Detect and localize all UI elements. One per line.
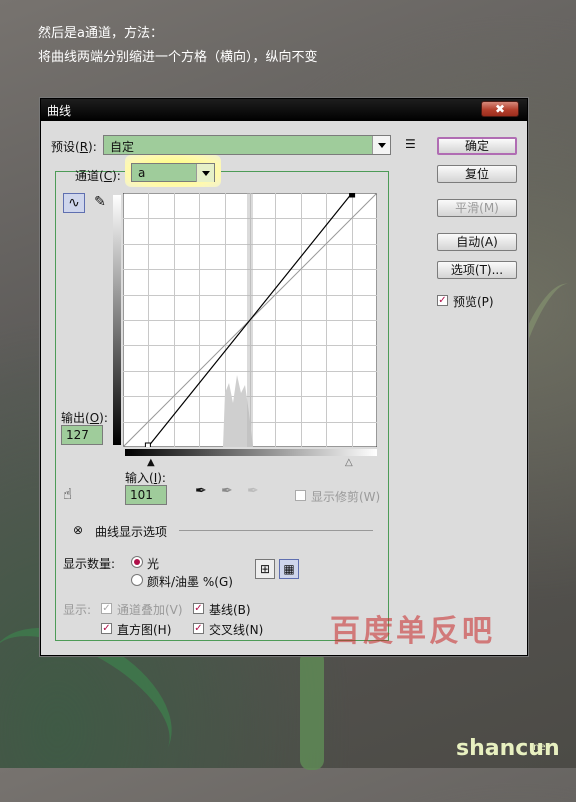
- baseline-label: 基线(B): [209, 603, 251, 617]
- options-divider: [179, 530, 373, 531]
- white-eyedropper-icon[interactable]: ✒: [247, 483, 259, 499]
- display-options-label: 曲线显示选项: [95, 525, 168, 539]
- output-gradient-bar: [113, 195, 121, 445]
- auto-button[interactable]: 自动(A): [437, 233, 517, 251]
- preview-checkbox[interactable]: ✓: [437, 295, 448, 306]
- chevron-down-icon: [196, 164, 214, 182]
- curve-point-tool[interactable]: ∿: [63, 193, 85, 213]
- hand-adjust-icon[interactable]: ☝: [63, 485, 72, 503]
- curve-point-start[interactable]: [144, 442, 151, 447]
- smooth-button[interactable]: 平滑(M): [437, 199, 517, 217]
- input-gradient-bar: [125, 449, 377, 456]
- curve-point-end[interactable]: [349, 193, 356, 198]
- show-amount-label: 显示数量:: [63, 557, 116, 571]
- channel-overlays-label: 通道叠加(V): [117, 603, 183, 617]
- curves-dialog: 曲线 ✖ 预设(R): 自定 ☰ 通道(C): a ∿ ✎ ▲ △ 输出(O):…: [40, 98, 528, 656]
- dialog-title: 曲线: [47, 104, 72, 118]
- options-button[interactable]: 选项(T)...: [437, 261, 517, 279]
- input-label: 输入(I):: [125, 471, 166, 485]
- site-logo-suffix: .net: [530, 742, 550, 753]
- input-field[interactable]: 101: [125, 485, 167, 505]
- watermark-text: 百度单反吧: [330, 614, 495, 649]
- light-label: 光: [147, 557, 160, 571]
- pigment-label: 颜料/油墨 %(G): [147, 575, 233, 589]
- preset-menu-icon[interactable]: ☰: [405, 137, 416, 151]
- channel-select[interactable]: a: [131, 163, 215, 182]
- show-clipping-checkbox[interactable]: [295, 490, 306, 501]
- channel-overlays-checkbox[interactable]: ✓: [101, 603, 112, 614]
- channel-label: 通道(C):: [75, 169, 121, 183]
- intersection-checkbox[interactable]: ✓: [193, 623, 204, 634]
- histogram-label: 直方图(H): [117, 623, 172, 637]
- show-clipping-label: 显示修剪(W): [311, 490, 381, 504]
- preset-label: 预设(R):: [51, 140, 97, 154]
- black-point-slider[interactable]: ▲: [147, 457, 155, 468]
- preset-value: 自定: [110, 140, 135, 154]
- output-field[interactable]: 127: [61, 425, 103, 445]
- intro-line-1: 然后是a通道，方法：: [38, 26, 163, 41]
- chevron-down-icon: [372, 136, 390, 154]
- reset-button[interactable]: 复位: [437, 165, 517, 183]
- histogram-checkbox[interactable]: ✓: [101, 623, 112, 634]
- light-radio[interactable]: [131, 556, 143, 568]
- preset-select[interactable]: 自定: [103, 135, 391, 155]
- intro-line-2: 将曲线两端分别缩进一个方格（横向），纵向不变: [38, 50, 318, 65]
- gray-eyedropper-icon[interactable]: ✒: [221, 483, 233, 499]
- pencil-icon[interactable]: ✎: [89, 193, 111, 213]
- white-point-slider[interactable]: △: [345, 457, 353, 468]
- show-label: 显示:: [63, 603, 92, 617]
- curve-graph[interactable]: [123, 193, 377, 447]
- close-button[interactable]: ✖: [481, 101, 519, 117]
- baseline-checkbox[interactable]: ✓: [193, 603, 204, 614]
- intersection-label: 交叉线(N): [209, 623, 264, 637]
- black-eyedropper-icon[interactable]: ✒: [195, 483, 207, 499]
- collapse-options-icon[interactable]: ⊗: [73, 523, 83, 537]
- output-label: 输出(O):: [61, 411, 108, 425]
- detailed-grid-button[interactable]: ▦: [279, 559, 299, 579]
- preview-label: 预览(P): [453, 295, 494, 309]
- simple-grid-button[interactable]: ⊞: [255, 559, 275, 579]
- plant-stem-decoration: [300, 650, 324, 770]
- pigment-radio[interactable]: [131, 574, 143, 586]
- channel-value: a: [138, 166, 146, 180]
- dialog-titlebar: 曲线 ✖: [41, 99, 527, 121]
- ok-button[interactable]: 确定: [437, 137, 517, 155]
